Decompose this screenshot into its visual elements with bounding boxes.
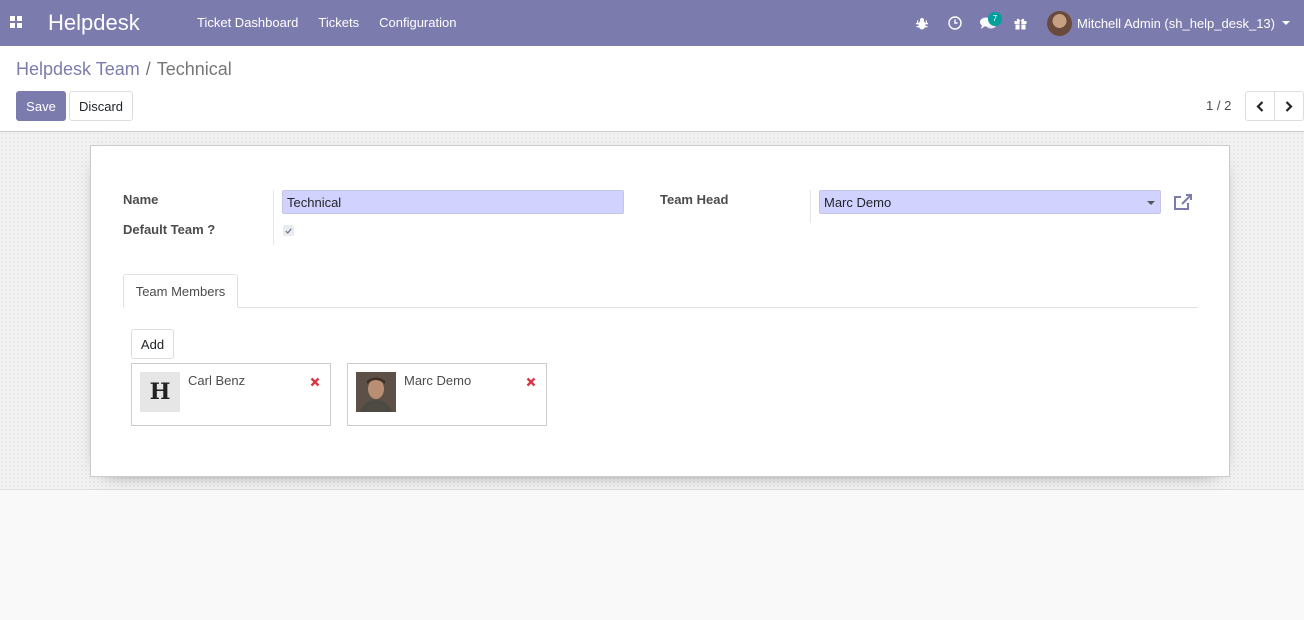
- breadcrumb-current: Technical: [156, 59, 232, 79]
- caret-down-icon: [1282, 21, 1290, 25]
- control-panel: Helpdesk Team / Technical Save Discard 1…: [0, 46, 1304, 132]
- default-team-label: Default Team ?: [123, 222, 216, 237]
- form-sheet: Name Default Team ? Technical Team Head …: [90, 145, 1230, 477]
- name-input[interactable]: Technical: [282, 190, 624, 214]
- main-menu: Ticket Dashboard Tickets Configuration: [187, 0, 466, 46]
- member-name: Marc Demo: [404, 373, 472, 388]
- team-head-select[interactable]: Marc Demo: [819, 190, 1161, 214]
- team-head-value: Marc Demo: [824, 195, 892, 210]
- menu-ticket-dashboard[interactable]: Ticket Dashboard: [187, 0, 308, 46]
- check-icon: [285, 227, 292, 234]
- user-photo: [356, 372, 396, 412]
- team-head-label: Team Head: [660, 192, 729, 207]
- breadcrumb: Helpdesk Team / Technical: [16, 59, 232, 80]
- name-label: Name: [123, 192, 159, 207]
- field-divider: [273, 190, 274, 245]
- pager-next-button[interactable]: [1274, 91, 1304, 121]
- chevron-left-icon: [1256, 100, 1264, 112]
- activity-clock-icon[interactable]: [938, 0, 971, 46]
- user-menu[interactable]: Mitchell Admin (sh_help_desk_13): [1037, 0, 1304, 46]
- external-link-icon[interactable]: [1173, 193, 1193, 211]
- remove-icon[interactable]: [310, 375, 320, 387]
- top-navbar: Helpdesk Ticket Dashboard Tickets Config…: [0, 0, 1304, 46]
- user-name: Mitchell Admin (sh_help_desk_13): [1077, 15, 1275, 31]
- dropdown-caret-icon: [1147, 201, 1155, 205]
- messages-count-badge: 7: [988, 12, 1002, 26]
- menu-configuration[interactable]: Configuration: [369, 0, 466, 46]
- user-avatar: [1047, 10, 1072, 36]
- discard-button[interactable]: Discard: [69, 91, 133, 121]
- chevron-right-icon: [1285, 100, 1293, 112]
- member-name: Carl Benz: [188, 373, 246, 388]
- menu-tickets[interactable]: Tickets: [308, 0, 369, 46]
- breadcrumb-separator: /: [145, 59, 151, 79]
- systray: 7 Mitchell Admin (sh_help_desk_13): [905, 0, 1304, 46]
- add-member-button[interactable]: Add: [131, 329, 174, 359]
- pager-value[interactable]: 1 / 2: [1206, 98, 1231, 113]
- pager-previous-button[interactable]: [1245, 91, 1275, 121]
- field-divider: [810, 190, 811, 223]
- breadcrumb-parent-link[interactable]: Helpdesk Team: [16, 59, 140, 80]
- debug-bug-icon[interactable]: [905, 0, 938, 46]
- app-brand[interactable]: Helpdesk: [48, 10, 140, 36]
- messages-chat-icon[interactable]: 7: [971, 0, 1004, 46]
- default-team-checkbox[interactable]: [283, 225, 294, 236]
- member-card[interactable]: H Carl Benz: [131, 363, 331, 426]
- gift-icon[interactable]: [1004, 0, 1037, 46]
- apps-menu-icon[interactable]: [10, 16, 22, 28]
- placeholder-image-icon: H: [140, 372, 180, 412]
- save-button[interactable]: Save: [16, 91, 66, 121]
- remove-icon[interactable]: [526, 375, 536, 387]
- notebook-tabs: Team Members: [123, 274, 1198, 308]
- tab-team-members[interactable]: Team Members: [123, 274, 238, 308]
- member-card[interactable]: Marc Demo: [347, 363, 547, 426]
